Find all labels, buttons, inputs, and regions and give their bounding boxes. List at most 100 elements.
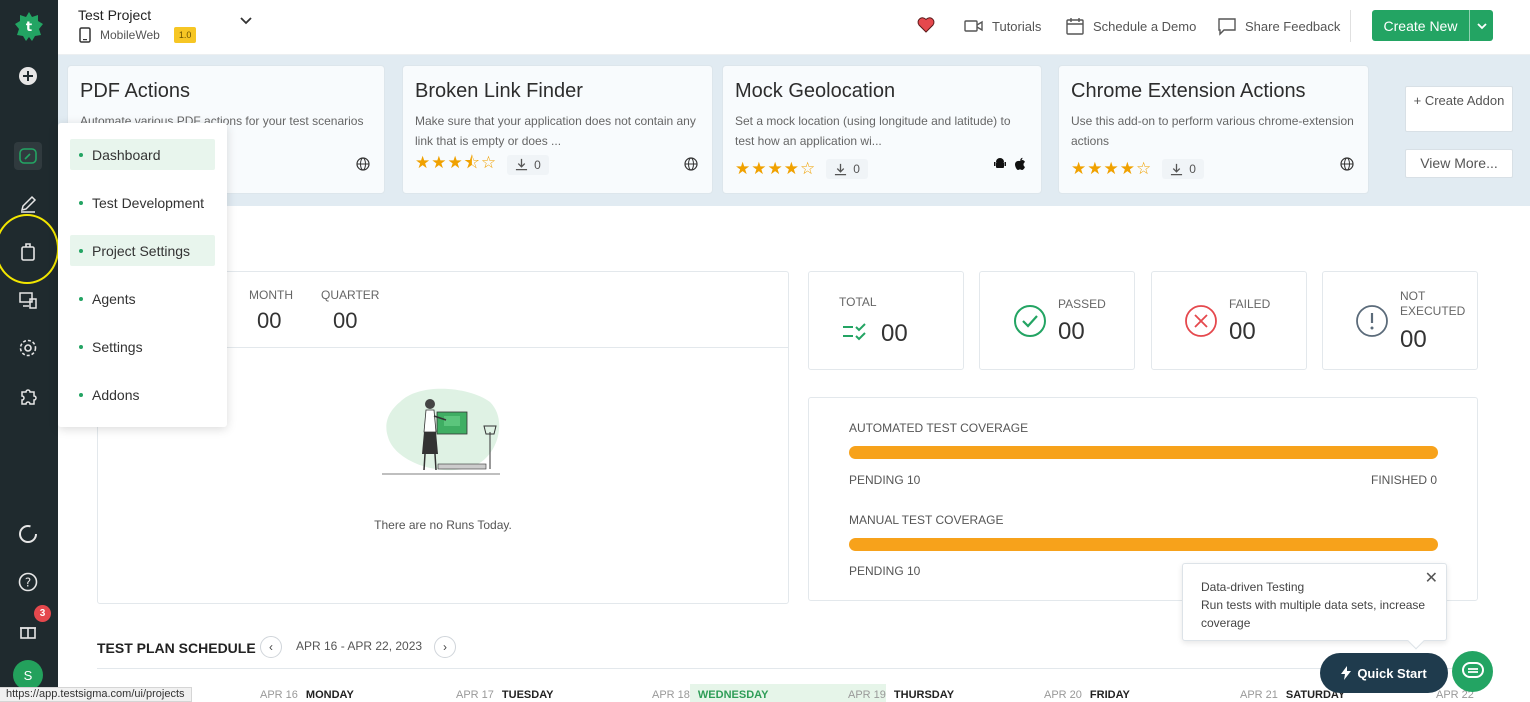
stat-total-card[interactable]: TOTAL 00: [808, 271, 964, 370]
notification-badge: 3: [34, 605, 51, 622]
stat-total-label: TOTAL: [839, 295, 877, 309]
project-title[interactable]: Test Project: [78, 7, 151, 23]
stat-passed-card[interactable]: PASSED 00: [979, 271, 1135, 370]
chevron-down-icon: [1476, 22, 1487, 29]
dashboard-gauge-icon[interactable]: [14, 142, 42, 170]
mobile-phone-icon: [79, 27, 91, 43]
addon-card[interactable]: Chrome Extension Actions Use this add-on…: [1058, 65, 1369, 194]
calendar-icon: [1066, 18, 1084, 35]
share-feedback-label: Share Feedback: [1245, 18, 1341, 34]
automated-coverage-bar: [849, 446, 1438, 459]
automated-coverage-label: AUTOMATED TEST COVERAGE: [849, 421, 1029, 435]
day-name: WEDNESDAY: [697, 689, 769, 701]
schedule-demo-label: Schedule a Demo: [1093, 18, 1197, 34]
rating-stars: ★★★★☆: [1071, 159, 1153, 178]
addon-title: Mock Geolocation: [735, 80, 896, 102]
stat-not-executed-card[interactable]: NOT EXECUTED 00: [1322, 271, 1478, 370]
schedule-day: APR 17 TUESDAY: [456, 689, 553, 701]
day-date: APR 16: [260, 689, 298, 701]
stat-not-executed-value: 00: [1400, 326, 1427, 353]
addon-platforms: [356, 157, 370, 171]
addon-meta: ★★★★☆ 0: [735, 159, 868, 179]
stat-passed-label: PASSED: [1058, 297, 1106, 311]
flyout-item-agents[interactable]: Agents: [70, 283, 215, 314]
flyout-item-project-settings[interactable]: Project Settings: [70, 235, 215, 266]
share-feedback-link[interactable]: Share Feedback: [1217, 16, 1340, 36]
download-icon: [835, 163, 847, 175]
rating-stars: ★★★⯪☆: [415, 153, 498, 172]
tutorials-link[interactable]: Tutorials: [964, 16, 1041, 36]
download-count-value: 0: [534, 157, 541, 172]
schedule-day: APR 18 WEDNESDAY: [652, 689, 768, 701]
period-month[interactable]: MONTH 00: [249, 288, 293, 334]
addon-title: PDF Actions: [80, 80, 191, 102]
apple-icon: [1015, 157, 1025, 170]
addon-title: Broken Link Finder: [415, 80, 583, 102]
automated-pending: PENDING 10: [849, 473, 921, 487]
rating-stars: ★★★★☆: [735, 159, 817, 178]
tip-title: Data-driven Testing: [1201, 580, 1305, 594]
quick-start-label: Quick Start: [1357, 665, 1427, 681]
create-new-label: Create New: [1383, 17, 1458, 34]
day-name: FRIDAY: [1089, 689, 1130, 701]
flyout-item-settings[interactable]: Settings: [70, 331, 215, 362]
gear-icon[interactable]: [14, 334, 42, 362]
help-icon[interactable]: ?: [14, 568, 42, 596]
check-circle-icon: [1014, 305, 1046, 337]
download-icon: [1171, 163, 1183, 175]
create-new-button[interactable]: Create New: [1372, 10, 1493, 41]
day-date: APR 20: [1044, 689, 1082, 701]
download-count-value: 0: [1189, 162, 1196, 176]
schedule-prev-button[interactable]: ‹: [260, 636, 282, 658]
user-avatar[interactable]: S: [13, 660, 43, 690]
period-quarter-value: 00: [333, 308, 358, 333]
schedule-day: APR 20 FRIDAY: [1044, 689, 1130, 701]
addon-card[interactable]: Broken Link Finder Make sure that your a…: [402, 65, 713, 194]
close-icon[interactable]: ✕: [1425, 570, 1438, 588]
chevron-down-icon[interactable]: [238, 12, 254, 28]
download-count[interactable]: 0: [1162, 159, 1204, 179]
addon-meta: ★★★⯪☆ 0: [415, 150, 549, 179]
agents-monitor-icon[interactable]: [14, 286, 42, 314]
period-quarter[interactable]: QUARTER 00: [321, 288, 379, 334]
android-icon: [994, 158, 1006, 168]
chat-button[interactable]: [1452, 651, 1493, 692]
globe-icon: [684, 157, 698, 171]
schedule-demo-link[interactable]: Schedule a Demo: [1065, 16, 1196, 36]
testsigma-logo-icon[interactable]: t: [13, 10, 45, 42]
create-new-dropdown[interactable]: [1470, 20, 1493, 32]
exclamation-circle-icon: [1356, 305, 1388, 337]
day-name: TUESDAY: [501, 689, 554, 701]
flyout-item-addons[interactable]: Addons: [70, 379, 215, 410]
add-icon[interactable]: [14, 62, 42, 90]
top-header: Test Project MobileWeb 1.0 Tutorials Sch…: [58, 0, 1530, 55]
view-more-button[interactable]: View More...: [1405, 149, 1513, 178]
cursor-highlight-ring: [0, 214, 59, 284]
download-count[interactable]: 0: [826, 159, 868, 179]
flyout-item-test-development[interactable]: Test Development: [70, 187, 215, 218]
status-url-bar: https://app.testsigma.com/ui/projects: [0, 687, 192, 702]
stat-failed-card[interactable]: FAILED 00: [1151, 271, 1307, 370]
sidebar: t ? 3 S: [0, 0, 59, 702]
flyout-item-dashboard[interactable]: Dashboard: [70, 139, 215, 170]
puzzle-icon[interactable]: [14, 382, 42, 410]
checklist-icon: [843, 323, 866, 341]
heart-icon[interactable]: [916, 15, 936, 35]
version-badge: 1.0: [173, 27, 197, 43]
automated-finished: FINISHED 0: [1370, 473, 1437, 487]
addon-card[interactable]: Mock Geolocation Set a mock location (us…: [722, 65, 1042, 194]
x-circle-icon: [1185, 305, 1217, 337]
quick-start-button[interactable]: Quick Start: [1320, 653, 1448, 693]
create-addon-button[interactable]: + Create Addon: [1405, 86, 1513, 132]
manual-coverage-bar: [849, 538, 1438, 551]
addon-description: Make sure that your application does not…: [415, 114, 696, 148]
manual-coverage-label: MANUAL TEST COVERAGE: [849, 513, 1004, 527]
loading-circle-icon[interactable]: [14, 520, 42, 548]
globe-icon: [356, 157, 370, 171]
tutorials-label: Tutorials: [992, 18, 1042, 34]
stat-not-executed-label: NOT EXECUTED: [1400, 289, 1466, 318]
addon-description: Set a mock location (using longitude and…: [735, 114, 1011, 148]
download-count[interactable]: 0: [507, 154, 549, 175]
addon-title: Chrome Extension Actions: [1071, 80, 1306, 102]
schedule-next-button[interactable]: ›: [434, 636, 456, 658]
